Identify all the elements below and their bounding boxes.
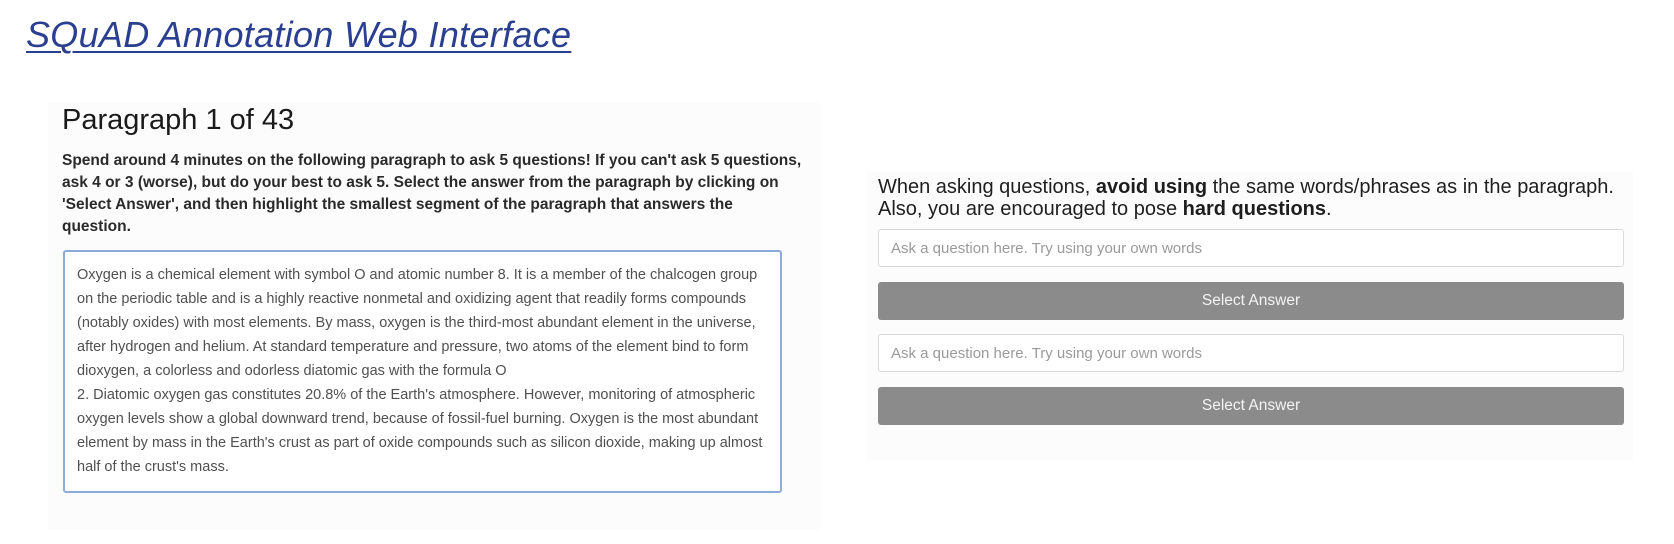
guidance-emphasis-avoid-using: avoid using <box>1095 176 1208 198</box>
guidance-text-part: . <box>1326 198 1332 220</box>
guidance-text-part: When asking questions, <box>878 176 1096 198</box>
paragraph-text-box[interactable]: Oxygen is a chemical element with symbol… <box>63 250 782 493</box>
guidance-emphasis-hard-questions: hard questions <box>1182 198 1327 220</box>
question-guidance-text: When asking questions, avoid using the s… <box>878 176 1628 220</box>
page-title-link[interactable]: SQuAD Annotation Web Interface <box>26 14 571 56</box>
paragraph-text-line-1[interactable]: Oxygen is a chemical element with symbol… <box>77 263 768 383</box>
instructions-text: Spend around 4 minutes on the following … <box>62 152 802 235</box>
paragraph-text-line-2[interactable]: 2. Diatomic oxygen gas constitutes 20.8%… <box>77 383 768 479</box>
paragraph-panel: Paragraph 1 of 43 Spend around 4 minutes… <box>48 102 821 530</box>
question-input-1[interactable] <box>878 229 1624 267</box>
select-answer-button-2[interactable]: Select Answer <box>878 387 1624 425</box>
questions-panel: When asking questions, avoid using the s… <box>867 172 1633 460</box>
question-input-2[interactable] <box>878 334 1624 372</box>
paragraph-counter-heading: Paragraph 1 of 43 <box>62 104 295 136</box>
select-answer-button-1[interactable]: Select Answer <box>878 282 1624 320</box>
